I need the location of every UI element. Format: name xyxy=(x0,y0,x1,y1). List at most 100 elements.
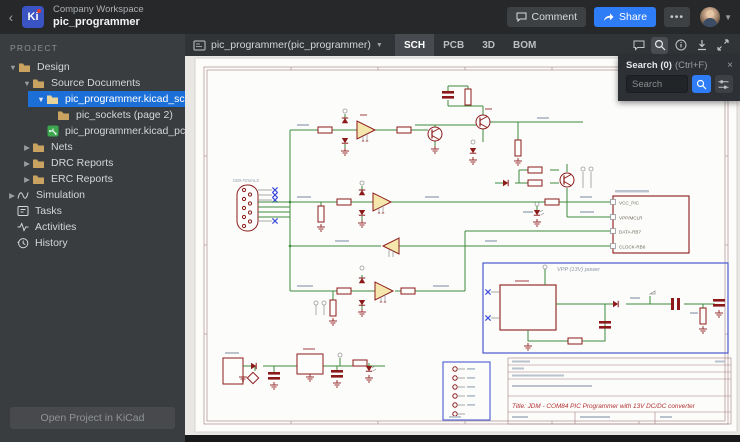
sheet-pin-label: DATA-RB7 xyxy=(619,230,641,235)
comment-button[interactable]: Comment xyxy=(506,7,587,27)
comment-icon xyxy=(516,12,526,22)
sidebar-item-label: Source Documents xyxy=(51,77,141,89)
search-panel: Search (0) (Ctrl+F) × xyxy=(618,56,740,101)
sidebar-item-label: ERC Reports xyxy=(51,173,113,185)
schematic-canvas-area[interactable]: DB9-FEMALE VCC_PIC VPP/MCLR DATA-RB7 CLO… xyxy=(185,56,740,435)
sidebar-item-label: pic_programmer.kicad_sch (page... xyxy=(65,93,185,105)
db9-label: DB9-FEMALE xyxy=(233,178,260,183)
sidebar-item-kicad-sch[interactable]: ▼ pic_programmer.kicad_sch (page... xyxy=(28,91,185,107)
project-sidebar: PROJECT ▼ Design ▼ Source Documents ▼ pi… xyxy=(0,34,185,442)
kicad-logo-text: Ki xyxy=(27,11,39,23)
folder-icon xyxy=(33,159,44,168)
avatar-chevron-down-icon[interactable]: ▼ xyxy=(724,13,732,22)
chevron-right-icon[interactable]: ▶ xyxy=(22,143,32,152)
view-tabs: SCH PCB 3D BOM xyxy=(395,34,545,56)
folder-icon xyxy=(47,95,58,104)
back-button[interactable]: ‹ xyxy=(0,9,22,25)
document-selector-label: pic_programmer(pic_programmer) xyxy=(211,39,371,51)
chevron-right-icon[interactable]: ▶ xyxy=(22,175,32,184)
search-input[interactable] xyxy=(626,75,688,93)
sidebar-item-label: Tasks xyxy=(35,205,62,217)
info-icon xyxy=(675,39,686,51)
sidebar-item-source-documents[interactable]: ▼ Source Documents xyxy=(0,75,185,91)
pcb-file-icon xyxy=(47,125,59,137)
folder-icon xyxy=(58,111,69,120)
avatar[interactable] xyxy=(700,7,721,27)
kicad-logo: Ki xyxy=(22,6,44,28)
sidebar-item-label: Nets xyxy=(51,141,73,153)
project-name: pic_programmer xyxy=(53,16,140,29)
chevron-down-icon: ▼ xyxy=(375,41,383,49)
sidebar-item-label: Activities xyxy=(35,221,77,233)
vpp-box-label: VPP (13V) power xyxy=(557,267,601,273)
fullscreen-button[interactable] xyxy=(714,37,731,54)
simulation-wave-icon xyxy=(17,191,29,199)
sidebar-item-history[interactable]: History xyxy=(0,235,185,251)
sidebar-item-label: Design xyxy=(37,61,70,73)
activity-pulse-icon xyxy=(17,222,29,232)
sidebar-item-label: History xyxy=(35,237,68,249)
search-icon xyxy=(696,79,707,89)
folder-icon xyxy=(33,79,44,88)
folder-icon xyxy=(33,143,44,152)
sidebar-item-tasks[interactable]: Tasks xyxy=(0,203,185,219)
expand-icon xyxy=(716,39,729,51)
chevron-down-icon[interactable]: ▼ xyxy=(22,79,32,88)
tasks-icon xyxy=(17,206,29,216)
comment-button-label: Comment xyxy=(531,11,578,23)
share-button[interactable]: Share xyxy=(594,7,657,27)
comments-panel-button[interactable] xyxy=(630,37,647,54)
tab-pcb[interactable]: PCB xyxy=(434,34,473,56)
document-selector[interactable]: pic_programmer(pic_programmer) ▼ xyxy=(193,34,383,56)
sheet-pin-label: VCC_PIC xyxy=(619,201,640,206)
sheet-pin-label: VPP/MCLR xyxy=(619,216,643,221)
download-button[interactable] xyxy=(693,37,710,54)
open-project-in-kicad-button[interactable]: Open Project in KiCad xyxy=(10,407,175,429)
folder-icon xyxy=(19,63,30,72)
folder-icon xyxy=(33,175,44,184)
info-button[interactable] xyxy=(672,37,689,54)
search-submit-button[interactable] xyxy=(692,75,711,93)
workspace-name: Company Workspace xyxy=(53,4,144,16)
sidebar-item-drc-reports[interactable]: ▶ DRC Reports xyxy=(0,155,185,171)
tab-3d[interactable]: 3D xyxy=(473,34,504,56)
sheet-pin-label: CLOCK-RB6 xyxy=(619,245,646,250)
sidebar-item-activities[interactable]: Activities xyxy=(0,219,185,235)
sidebar-item-design[interactable]: ▼ Design xyxy=(0,59,185,75)
chevron-right-icon[interactable]: ▶ xyxy=(22,159,32,168)
chevron-right-icon[interactable]: ▶ xyxy=(7,191,17,200)
sidebar-item-kicad-pcb[interactable]: pic_programmer.kicad_pcb xyxy=(0,123,185,139)
canvas-bottom-bar xyxy=(185,435,740,442)
header-bar: ‹ Ki Company Workspace pic_programmer Co… xyxy=(0,0,740,34)
search-filter-button[interactable] xyxy=(714,75,733,93)
share-icon xyxy=(604,13,614,21)
search-panel-title: Search (0) xyxy=(626,60,672,71)
filter-sliders-icon xyxy=(718,79,729,89)
share-button-label: Share xyxy=(619,11,648,23)
viewer-toolbar: pic_programmer(pic_programmer) ▼ SCH PCB… xyxy=(185,34,740,56)
schematic-svg[interactable]: DB9-FEMALE VCC_PIC VPP/MCLR DATA-RB7 CLO… xyxy=(185,56,740,435)
more-options-button[interactable]: ••• xyxy=(664,7,691,27)
sidebar-item-pic-sockets[interactable]: pic_sockets (page 2) xyxy=(0,107,185,123)
schematic-page-icon xyxy=(193,40,206,50)
sidebar-item-label: pic_programmer.kicad_pcb xyxy=(65,125,185,137)
tab-sch[interactable]: SCH xyxy=(395,34,435,56)
chevron-down-icon[interactable]: ▼ xyxy=(8,63,18,72)
sidebar-item-erc-reports[interactable]: ▶ ERC Reports xyxy=(0,171,185,187)
search-panel-shortcut: (Ctrl+F) xyxy=(674,60,708,71)
header-titles: Company Workspace pic_programmer xyxy=(53,4,144,29)
search-icon xyxy=(654,39,665,51)
comment-icon xyxy=(633,40,644,51)
chevron-down-icon[interactable]: ▼ xyxy=(36,95,46,104)
download-icon xyxy=(697,40,706,51)
tab-bom[interactable]: BOM xyxy=(504,34,545,56)
sidebar-item-label: Simulation xyxy=(36,189,86,201)
app-window: ‹ Ki Company Workspace pic_programmer Co… xyxy=(0,0,740,442)
title-block-title: Title: JDM - COM84 PIC Programmer with 1… xyxy=(512,403,696,410)
close-icon[interactable]: × xyxy=(727,60,733,71)
sidebar-item-nets[interactable]: ▶ Nets xyxy=(0,139,185,155)
search-panel-button[interactable] xyxy=(651,36,668,54)
sidebar-item-simulation[interactable]: ▶ Simulation xyxy=(0,187,185,203)
sidebar-item-label: pic_sockets (page 2) xyxy=(76,109,173,121)
sidebar-item-label: DRC Reports xyxy=(51,157,114,169)
